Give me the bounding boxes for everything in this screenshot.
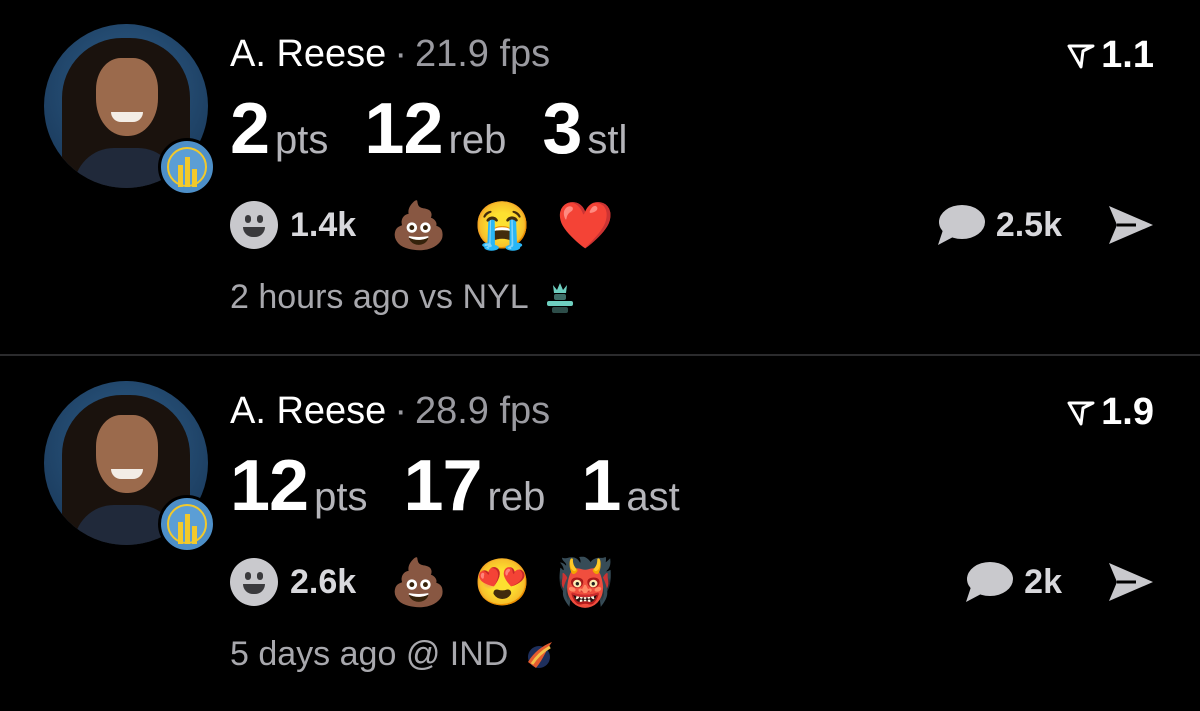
post-time: 5 days ago <box>230 635 397 673</box>
post-card[interactable]: A. Reese · 21.9 fps 1.1 2 pts 12 reb 3 stl 1.… <box>0 0 1200 355</box>
rating-icon <box>1067 401 1095 425</box>
post-card[interactable]: A. Reese · 28.9 fps 1.9 12 pts 17 reb 1 ast 2… <box>0 357 1200 711</box>
add-reaction-icon[interactable] <box>230 201 278 249</box>
stat-rebounds: 12 reb <box>364 89 507 169</box>
stat-line: 2 pts 12 reb 3 stl <box>230 88 663 170</box>
liberty-logo-icon <box>546 282 573 313</box>
reaction-count[interactable]: 1.4k <box>290 206 356 245</box>
post-time: 2 hours ago <box>230 278 410 316</box>
comment-icon[interactable] <box>934 202 986 248</box>
heart-eyes-emoji-reaction[interactable]: 😍 <box>473 557 530 607</box>
engagement-bar: 2k <box>962 557 1156 607</box>
rating: 1.1 <box>1067 34 1154 77</box>
player-name[interactable]: A. Reese <box>230 390 386 432</box>
poop-emoji-reaction[interactable]: 💩 <box>390 557 447 607</box>
post-divider <box>0 354 1200 356</box>
comment-count[interactable]: 2k <box>1024 563 1062 602</box>
player-name[interactable]: A. Reese <box>230 33 386 75</box>
rating-value: 1.9 <box>1101 391 1154 433</box>
rating: 1.9 <box>1067 391 1154 434</box>
stat-steals: 3 stl <box>542 89 628 169</box>
post-header: A. Reese · 21.9 fps <box>230 33 551 75</box>
stat-assists: 1 ast <box>581 446 680 526</box>
add-reaction-icon[interactable] <box>230 558 278 606</box>
share-icon[interactable] <box>1106 203 1156 247</box>
heart-emoji-reaction[interactable]: ❤️ <box>557 200 614 250</box>
game-info: 5 days ago @ IND <box>230 635 556 674</box>
stat-points: 12 pts <box>230 446 368 526</box>
rating-value: 1.1 <box>1101 34 1154 76</box>
engagement-bar: 2.5k <box>934 200 1156 250</box>
share-icon[interactable] <box>1106 560 1156 604</box>
game-info: 2 hours ago vs NYL <box>230 278 577 317</box>
rating-icon <box>1067 44 1095 68</box>
crying-emoji-reaction[interactable]: 😭 <box>473 200 530 250</box>
stat-rebounds: 17 reb <box>403 446 546 526</box>
comment-count[interactable]: 2.5k <box>996 206 1062 245</box>
team-logo-icon <box>158 495 216 553</box>
poop-emoji-reaction[interactable]: 💩 <box>390 200 447 250</box>
matchup[interactable]: @ IND <box>406 635 509 674</box>
comment-icon[interactable] <box>962 559 1014 605</box>
fever-logo-icon <box>528 641 553 668</box>
stat-line: 12 pts 17 reb 1 ast <box>230 445 716 527</box>
reactions-bar: 2.6k 💩 😍 👹 <box>230 557 640 607</box>
team-logo-icon <box>158 138 216 196</box>
reaction-count[interactable]: 2.6k <box>290 563 356 602</box>
ogre-emoji-reaction[interactable]: 👹 <box>557 557 614 607</box>
reactions-bar: 1.4k 💩 😭 ❤️ <box>230 200 640 250</box>
matchup[interactable]: vs NYL <box>419 278 529 317</box>
post-header: A. Reese · 28.9 fps <box>230 390 551 432</box>
stat-points: 2 pts <box>230 89 329 169</box>
fantasy-points: 21.9 fps <box>414 33 551 75</box>
fantasy-points: 28.9 fps <box>414 390 551 432</box>
